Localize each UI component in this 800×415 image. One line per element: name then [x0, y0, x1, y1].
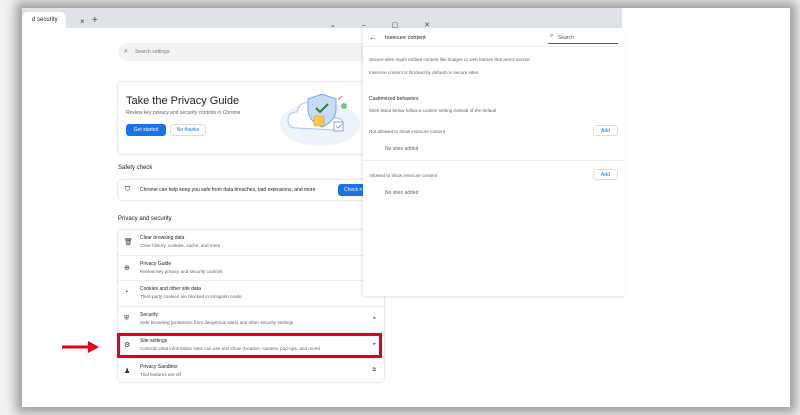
- trash-icon: 🗑: [124, 239, 133, 246]
- privacy-guide-subtitle: Review key privacy and security controls…: [126, 110, 241, 116]
- divider: [363, 46, 625, 47]
- safety-check-heading: Safety check: [118, 165, 153, 171]
- clear-browsing-data-row[interactable]: 🗑 Clear browsing data Clear history, coo…: [118, 230, 384, 255]
- insecure-content-panel: ← Insecure content ⌕ Search Secure sites…: [363, 28, 625, 296]
- row-title: Privacy Guide: [140, 261, 172, 267]
- customized-note: Sites listed below follow a custom setti…: [369, 108, 497, 113]
- privacy-security-heading: Privacy and security: [118, 216, 172, 222]
- external-link-icon: ⧉: [372, 367, 376, 373]
- privacy-guide-card: Take the Privacy Guide Review key privac…: [118, 82, 368, 154]
- close-tab-icon[interactable]: ×: [80, 17, 85, 26]
- add-allowed-button[interactable]: Add: [593, 169, 618, 180]
- privacy-guide-title: Take the Privacy Guide: [126, 95, 240, 107]
- row-title: Cookies and other site data: [140, 286, 201, 292]
- add-not-allowed-button[interactable]: Add: [593, 125, 618, 136]
- privacy-guide-row[interactable]: ⊕ Privacy Guide Review key privacy and s…: [118, 255, 384, 280]
- row-subtitle: Controls what information sites can use …: [140, 346, 321, 351]
- allowed-heading: Allowed to show insecure content: [369, 173, 438, 178]
- sandbox-icon: ♟: [124, 368, 131, 375]
- search-icon: ⌕: [550, 33, 554, 39]
- search-icon: ⌕: [124, 48, 128, 55]
- row-title: Site settings: [140, 338, 168, 344]
- cookies-row[interactable]: ◔ Cookies and other site data Third-part…: [118, 280, 384, 305]
- no-thanks-button[interactable]: No thanks: [170, 124, 206, 136]
- site-settings-row[interactable]: ⚙ Site settings Controls what informatio…: [118, 332, 384, 357]
- tab-strip: d security × + ⌄ – ▢ ✕: [22, 8, 622, 29]
- cookie-icon: ◔: [124, 289, 129, 296]
- search-settings-input[interactable]: ⌕ Search settings: [118, 43, 368, 61]
- panel-search-placeholder: Search: [558, 35, 574, 41]
- chevron-right-icon: ▸: [373, 315, 376, 321]
- back-arrow-icon[interactable]: ←: [369, 33, 377, 42]
- row-title: Clear browsing data: [140, 235, 185, 241]
- row-subtitle: Third-party cookies are blocked in Incog…: [140, 294, 242, 299]
- new-tab-icon[interactable]: +: [92, 15, 98, 26]
- privacy-security-list: 🗑 Clear browsing data Clear history, coo…: [118, 230, 384, 382]
- privacy-guide-illustration: [280, 93, 360, 146]
- panel-description: Secure sites might embed content like im…: [369, 57, 530, 62]
- row-subtitle: Clear history, cookies, cache, and more: [140, 243, 221, 248]
- site-settings-icon: ⚙: [124, 342, 131, 349]
- row-title: Security: [140, 312, 159, 318]
- no-sites-not-allowed: No sites added: [385, 146, 419, 152]
- row-title: Privacy Sandbox: [140, 364, 178, 370]
- customized-heading: Customized behaviors: [369, 96, 419, 102]
- default-note: Insecure content is blocked by default o…: [369, 70, 479, 75]
- not-allowed-heading: Not allowed to show insecure content: [369, 129, 446, 134]
- privacy-guide-icon: ⊕: [124, 265, 130, 272]
- panel-title: Insecure content: [385, 35, 426, 41]
- safety-check-text: Chrome can help keep you safe from data …: [140, 187, 316, 193]
- safety-check-card: ⛉ Chrome can help keep you safe from dat…: [118, 180, 372, 200]
- row-subtitle: Trial features are off: [140, 372, 181, 377]
- security-row[interactable]: ⛨ Security Safe Browsing (protection fro…: [118, 306, 384, 331]
- row-subtitle: Safe Browsing (protection from dangerous…: [140, 320, 294, 325]
- panel-search-input[interactable]: ⌕ Search: [548, 32, 618, 44]
- chevron-right-icon: ▸: [373, 341, 376, 347]
- shield-icon: ⛨: [124, 315, 130, 322]
- red-arrow-icon: [62, 341, 99, 353]
- get-started-button[interactable]: Get started: [126, 124, 166, 136]
- browser-tab[interactable]: d security: [22, 12, 66, 28]
- no-sites-allowed: No sites added: [385, 190, 419, 196]
- privacy-sandbox-row[interactable]: ♟ Privacy Sandbox Trial features are off…: [118, 358, 384, 383]
- row-subtitle: Review key privacy and security controls: [140, 269, 223, 274]
- search-placeholder: Search settings: [135, 49, 170, 55]
- shield-check-icon: ⛉: [125, 186, 131, 193]
- divider: [363, 160, 625, 161]
